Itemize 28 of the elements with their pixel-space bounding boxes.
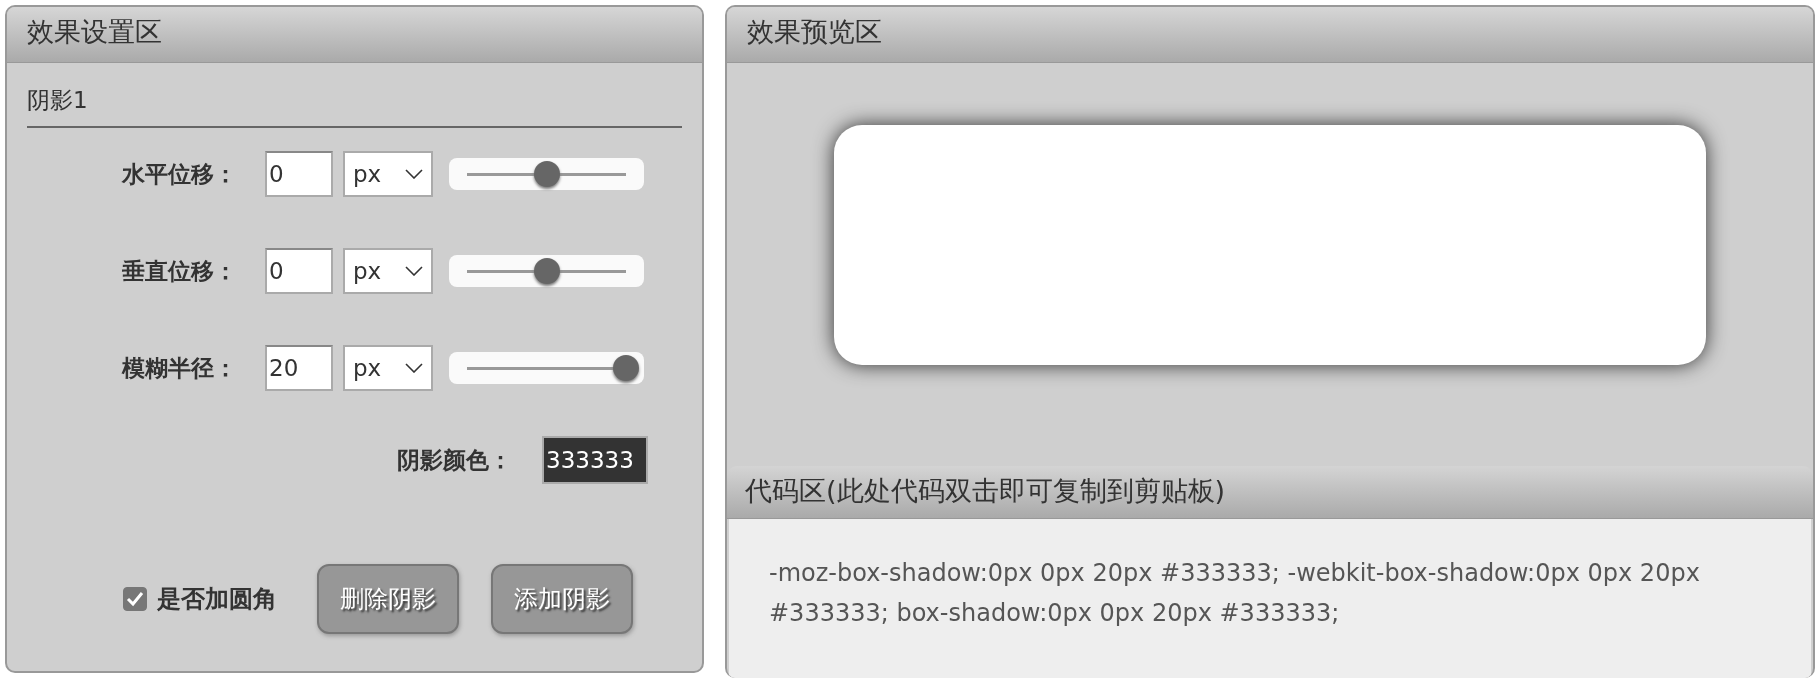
slider[interactable]	[449, 158, 644, 190]
field-label: 水平位移：	[120, 159, 237, 189]
checkbox-label: 是否加圆角	[157, 584, 277, 615]
field-label: 阴影颜色：	[397, 445, 512, 475]
checkbox[interactable]	[123, 587, 147, 611]
section-title: 阴影1	[27, 77, 682, 128]
unit-select[interactable]: px	[343, 248, 433, 294]
field-label: 模糊半径：	[120, 353, 237, 383]
number-field[interactable]: 0	[265, 248, 333, 294]
color-field[interactable]: 333333	[542, 436, 648, 484]
slider-thumb[interactable]	[613, 354, 639, 381]
unit-select[interactable]: px	[343, 345, 433, 391]
unit-select[interactable]: px	[343, 151, 433, 197]
code-area[interactable]: -moz-box-shadow:0px 0px 20px #333333; -webkit-box-shadow:0px 0px 20px #333333; box-shadow:0px 0px 20px #333333;	[729, 519, 1811, 678]
caret-icon	[405, 266, 423, 276]
slider[interactable]	[449, 352, 644, 384]
slider-thumb[interactable]	[533, 257, 560, 284]
number-field[interactable]: 20	[265, 345, 333, 391]
panel-title: 效果预览区	[727, 7, 1813, 63]
slider[interactable]	[449, 255, 644, 287]
slider-thumb[interactable]	[533, 160, 560, 187]
number-field[interactable]: 0	[265, 151, 333, 197]
panel-title: 效果设置区	[7, 7, 702, 63]
field-label: 垂直位移：	[121, 256, 237, 286]
code-text: -moz-box-shadow:0px 0px 20px #333333; -webkit-box-shadow:0px 0px 20px #333333; box-shadow:0px 0px 20px #333333;	[769, 558, 1701, 629]
caret-icon	[405, 169, 423, 179]
caret-icon	[405, 363, 423, 373]
code-title: 代码区(此处代码双击即可复制到剪贴板)	[727, 466, 1813, 519]
